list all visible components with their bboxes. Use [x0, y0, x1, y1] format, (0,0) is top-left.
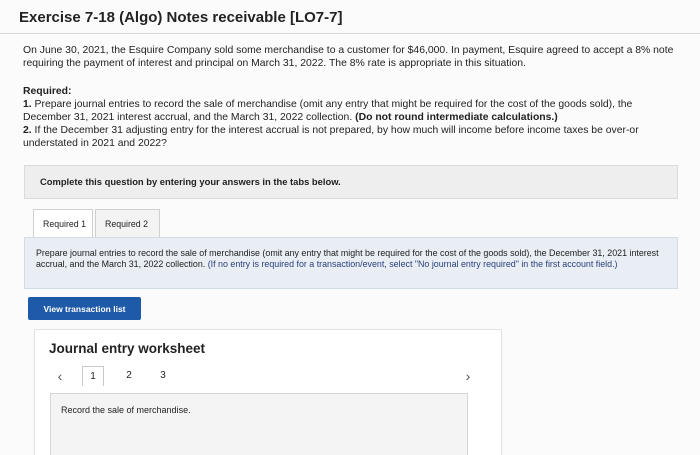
entry-description: Record the sale of merchandise. [61, 405, 191, 415]
required-item-1: 1. Prepare journal entries to record the… [23, 98, 683, 124]
required-item-1-bold-note: (Do not round intermediate calculations.… [355, 112, 558, 123]
tab-required-2[interactable]: Required 2 [95, 209, 160, 237]
tab-required-1[interactable]: Required 1 [33, 209, 93, 237]
tab-panel-instructions: Prepare journal entries to record the sa… [24, 237, 678, 289]
page-header: Exercise 7-18 (Algo) Notes receivable [L… [0, 0, 700, 34]
required-item-2-text: If the December 31 adjusting entry for t… [23, 125, 639, 149]
instruction-text: Complete this question by entering your … [40, 176, 341, 187]
worksheet-pager: ‹ 1 2 3 › [50, 366, 480, 386]
required-item-2-label: 2. [23, 125, 32, 136]
worksheet-title: Journal entry worksheet [49, 341, 206, 356]
required-item-1-label: 1. [23, 99, 32, 110]
page-title: Exercise 7-18 (Algo) Notes receivable [L… [19, 9, 343, 26]
tab-panel-description: Prepare journal entries to record the sa… [36, 248, 664, 269]
page-1[interactable]: 1 [82, 366, 104, 386]
problem-statement: On June 30, 2021, the Esquire Company so… [23, 44, 678, 70]
entry-description-box: Record the sale of merchandise. [50, 393, 468, 455]
page-3[interactable]: 3 [152, 366, 174, 386]
required-title: Required: [23, 86, 72, 97]
instruction-banner: Complete this question by entering your … [24, 165, 678, 199]
chevron-right-icon[interactable]: › [460, 366, 476, 386]
view-transaction-list-button[interactable]: View transaction list [28, 297, 141, 320]
required-item-2: 2. If the December 31 adjusting entry fo… [23, 124, 683, 150]
required-section: Required: 1. Prepare journal entries to … [23, 85, 683, 150]
page-2[interactable]: 2 [118, 366, 140, 386]
chevron-left-icon[interactable]: ‹ [52, 366, 68, 386]
tab-panel-note: (If no entry is required for a transacti… [207, 258, 618, 269]
problem-text: On June 30, 2021, the Esquire Company so… [23, 45, 674, 69]
